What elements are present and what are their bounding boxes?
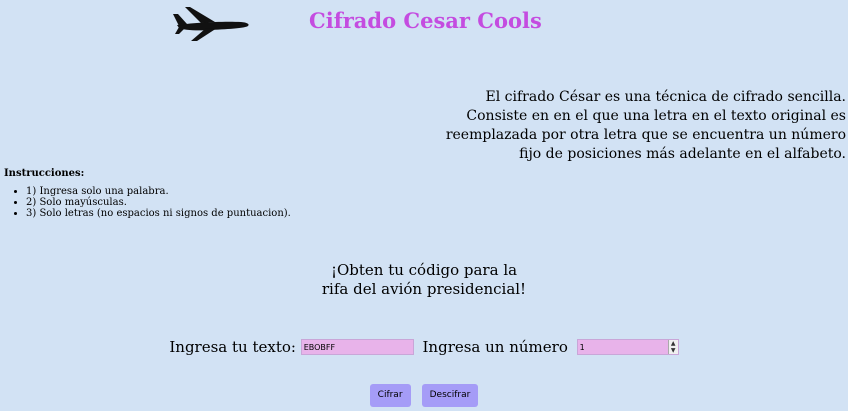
spinner-up-icon[interactable]: ▲: [669, 340, 678, 347]
number-input[interactable]: [577, 340, 668, 354]
encrypt-button[interactable]: Cifrar: [369, 383, 411, 407]
page-title: Cifrado Cesar Cools: [309, 8, 542, 33]
spinner-down-icon[interactable]: ▼: [669, 347, 678, 354]
instruction-item: 1) Ingresa solo una palabra.: [26, 186, 291, 197]
airplane-icon: [173, 7, 249, 41]
prize-line-1: ¡Obten tu código para la: [330, 261, 518, 279]
cipher-form: Ingresa tu texto: Ingresa un número ▲ ▼: [0, 337, 848, 356]
prize-message: ¡Obten tu código para la rifa del avión …: [0, 261, 848, 299]
text-input[interactable]: [300, 339, 414, 355]
cipher-description: El cifrado César es una técnica de cifra…: [445, 89, 846, 162]
number-stepper[interactable]: ▲ ▼: [576, 339, 679, 355]
instruction-item: 3) Solo letras (no espacios ni signos de…: [26, 208, 291, 219]
prize-line-2: rifa del avión presidencial!: [321, 280, 527, 298]
instructions-list: 1) Ingresa solo una palabra. 2) Solo may…: [4, 186, 291, 219]
text-input-label: Ingresa tu texto:: [169, 338, 296, 356]
instructions-heading: Instrucciones:: [4, 168, 85, 179]
decrypt-button[interactable]: Descifrar: [421, 383, 479, 407]
page: Cifrado Cesar Cools El cifrado César es …: [0, 0, 848, 411]
spinner-arrows-icon[interactable]: ▲ ▼: [667, 340, 678, 354]
number-input-label: Ingresa un número: [422, 338, 568, 356]
action-buttons: Cifrar Descifrar: [0, 382, 848, 407]
instruction-item: 2) Solo mayúsculas.: [26, 197, 291, 208]
